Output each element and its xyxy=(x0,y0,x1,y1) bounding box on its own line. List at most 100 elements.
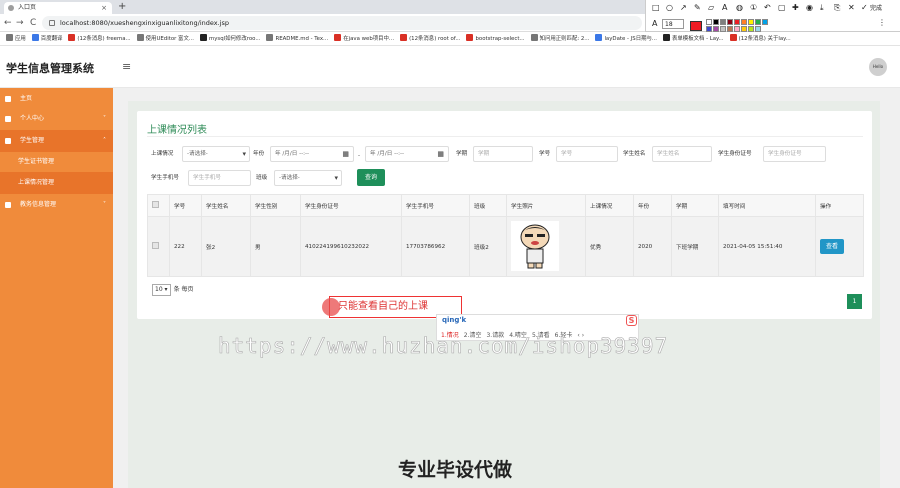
bookmark-item[interactable]: (12条消息) root of... xyxy=(400,32,460,45)
semester-input[interactable]: 学期 xyxy=(473,146,533,162)
search-button[interactable]: 查询 xyxy=(357,169,385,186)
page-number-button[interactable]: 1 xyxy=(847,294,862,309)
url-field[interactable]: localhost:8080/xueshengxinxiguanlixitong… xyxy=(42,16,642,30)
menu-icon[interactable]: ≡ xyxy=(122,60,131,73)
cell-year: 2020 xyxy=(633,216,672,277)
bookmark-icon xyxy=(31,34,39,41)
highlighter-tool-icon[interactable]: ▱ xyxy=(708,3,714,13)
sidebar-item-certificate-management[interactable]: 学生证书管理 xyxy=(0,151,113,173)
bookmark-item[interactable]: mysql如何修改roo... xyxy=(199,32,260,45)
record-icon[interactable]: ◉ xyxy=(806,3,813,13)
class-select[interactable]: -请选择- xyxy=(274,170,342,186)
student-no-input[interactable]: 学号 xyxy=(556,146,618,162)
color-swatch[interactable] xyxy=(755,26,761,32)
bookmark-item[interactable]: 知问用正则匹配: 2... xyxy=(530,32,589,45)
color-swatch[interactable] xyxy=(741,26,747,32)
confirm-icon[interactable]: ✓ xyxy=(861,3,868,13)
mosaic-tool-icon[interactable]: ◍ xyxy=(736,3,743,13)
new-tab-button[interactable]: + xyxy=(118,0,126,13)
bookmark-item[interactable]: (12条消息) 关于lay... xyxy=(729,32,791,45)
page-size-value: 10 xyxy=(155,286,163,293)
url-text: localhost:8080/xueshengxinxiguanlixitong… xyxy=(60,19,229,27)
selected-color-swatch[interactable] xyxy=(690,21,702,31)
header-cell: 填写时间 xyxy=(718,194,816,217)
id-card-input[interactable]: 学生身份证号 xyxy=(763,146,826,162)
page-title: 上课情况列表 xyxy=(147,125,207,136)
student-name-input[interactable]: 学生姓名 xyxy=(652,146,712,162)
text-tool-icon[interactable]: A xyxy=(722,3,727,13)
tab-close-icon[interactable]: × xyxy=(101,2,107,14)
table-row[interactable]: 222 张2 男 410224199610232022 17703786962 … xyxy=(147,216,864,277)
cell-gender: 男 xyxy=(250,216,301,277)
forward-icon[interactable]: → xyxy=(16,17,24,29)
folder-icon xyxy=(5,202,11,208)
reload-icon[interactable]: C xyxy=(30,17,36,29)
bookmark-item[interactable]: 百度翻译 xyxy=(31,32,62,45)
sidebar-item-attendance-management[interactable]: 上课情况管理 xyxy=(0,172,113,194)
info-icon[interactable] xyxy=(49,20,55,26)
view-button[interactable]: 查看 xyxy=(820,239,844,254)
download-icon[interactable]: ⤓ xyxy=(820,3,824,13)
color-swatch[interactable] xyxy=(762,19,768,25)
cell-action: 查看 xyxy=(815,216,864,277)
row-select-cell[interactable] xyxy=(147,216,170,277)
color-swatch[interactable] xyxy=(720,26,726,32)
color-swatch[interactable] xyxy=(741,19,747,25)
number-tool-icon[interactable]: ① xyxy=(750,3,757,13)
header-select-all[interactable] xyxy=(147,194,170,217)
phone-label: 学生手机号 xyxy=(151,175,179,181)
bookmark-item[interactable]: 在java web项目中... xyxy=(334,32,394,45)
id-card-label: 学生身份证号 xyxy=(718,151,752,157)
color-swatch[interactable] xyxy=(734,19,740,25)
bookmark-item[interactable]: 应用 xyxy=(6,32,26,45)
arrow-tool-icon[interactable]: ↗ xyxy=(680,3,687,13)
color-swatch[interactable] xyxy=(727,19,733,25)
sidebar-item-personal-center[interactable]: 个人中心 ˅ xyxy=(0,108,113,130)
color-swatch[interactable] xyxy=(713,19,719,25)
bookmark-item[interactable]: (12条消息) freema... xyxy=(68,32,131,45)
attendance-select[interactable]: -请选择- xyxy=(182,146,250,162)
bookmark-item[interactable]: bootstrap-select... xyxy=(466,32,525,45)
color-swatch[interactable] xyxy=(706,19,712,25)
date-end-input[interactable]: 年 /月/日 --:-- xyxy=(365,146,449,162)
color-swatch[interactable] xyxy=(755,19,761,25)
page-size-select[interactable]: 10 ▾ xyxy=(152,284,171,296)
bookmark-item[interactable]: 表单模板文档 - Lay... xyxy=(663,32,724,45)
pen-tool-icon[interactable]: ✎ xyxy=(694,3,701,13)
color-swatch[interactable] xyxy=(727,26,733,32)
color-swatch[interactable] xyxy=(713,26,719,32)
browser-tab[interactable]: 入口页 × xyxy=(4,2,112,14)
bookmark-item[interactable]: layDate - JS日期与... xyxy=(595,32,657,45)
copy-icon[interactable]: ⎘ xyxy=(834,3,840,13)
back-icon[interactable]: ← xyxy=(4,17,12,29)
color-swatch[interactable] xyxy=(748,26,754,32)
more-colors-icon[interactable]: ⋮ xyxy=(878,18,886,28)
rectangle-tool-icon[interactable]: □ xyxy=(652,3,660,13)
bookmark-item[interactable]: 使用UEditor 富文... xyxy=(136,32,194,45)
watermark-text: https://www.huzhan.com/ishop39397 xyxy=(218,334,669,359)
color-swatch[interactable] xyxy=(720,19,726,25)
sidebar-item-home[interactable]: 主页 xyxy=(0,88,113,110)
user-avatar[interactable]: Hello xyxy=(869,58,887,76)
ellipse-tool-icon[interactable]: ○ xyxy=(666,3,673,13)
clear-icon[interactable]: ▢ xyxy=(778,3,786,13)
undo-icon[interactable]: ↶ xyxy=(764,3,771,13)
font-size-select[interactable]: 18 xyxy=(662,19,684,29)
table-header-row: 学号 学生姓名 学生性别 学生身份证号 学生手机号 班级 学生照片 上课情况 年… xyxy=(147,194,864,217)
cancel-icon[interactable]: ✕ xyxy=(848,3,855,13)
done-button[interactable]: 完成 xyxy=(870,4,882,14)
color-swatch[interactable] xyxy=(706,26,712,32)
app-title: 学生信息管理系统 xyxy=(6,62,94,75)
color-swatch[interactable] xyxy=(734,26,740,32)
header-cell: 操作 xyxy=(815,194,864,217)
header-cell: 学生身份证号 xyxy=(300,194,402,217)
checkbox[interactable] xyxy=(152,201,159,208)
color-swatch[interactable] xyxy=(748,19,754,25)
date-start-input[interactable]: 年 /月/日 --:-- xyxy=(270,146,354,162)
sidebar-item-academic-info[interactable]: 教务信息管理 ˅ xyxy=(0,194,113,216)
bookmark-item[interactable]: README.md - Tex... xyxy=(266,32,328,45)
sidebar-item-student-management[interactable]: 学生管理 ˄ xyxy=(0,130,113,152)
checkbox[interactable] xyxy=(152,242,159,249)
phone-input[interactable]: 学生手机号 xyxy=(188,170,251,186)
pin-icon[interactable]: ✚ xyxy=(792,3,799,13)
